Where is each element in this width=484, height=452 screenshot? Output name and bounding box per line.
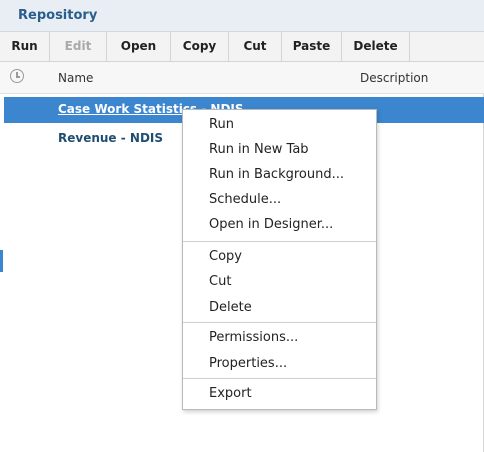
name-column-header[interactable]: Name — [58, 71, 93, 85]
menu-item-properties[interactable]: Properties... — [183, 351, 376, 376]
paste-button[interactable]: Paste — [282, 32, 342, 61]
context-menu: Run Run in New Tab Run in Background... … — [182, 109, 377, 410]
copy-button[interactable]: Copy — [171, 32, 229, 61]
menu-item-schedule[interactable]: Schedule... — [183, 187, 376, 212]
menu-item-run-in-background[interactable]: Run in Background... — [183, 162, 376, 187]
splitter-marker — [0, 250, 3, 272]
menu-item-run[interactable]: Run — [183, 112, 376, 137]
menu-item-delete[interactable]: Delete — [183, 295, 376, 320]
run-button[interactable]: Run — [0, 32, 50, 61]
toolbar: Run Edit Open Copy Cut Paste Delete — [0, 32, 484, 62]
report-name-link[interactable]: Revenue - NDIS — [58, 131, 163, 145]
description-column-header[interactable]: Description — [360, 71, 428, 85]
open-button[interactable]: Open — [107, 32, 171, 61]
delete-button[interactable]: Delete — [342, 32, 410, 61]
menu-separator — [183, 378, 376, 379]
menu-separator — [183, 241, 376, 242]
menu-item-cut[interactable]: Cut — [183, 269, 376, 294]
menu-item-copy[interactable]: Copy — [183, 244, 376, 269]
table-header: Name Description — [0, 62, 484, 94]
menu-item-export[interactable]: Export — [183, 381, 376, 406]
menu-item-permissions[interactable]: Permissions... — [183, 325, 376, 350]
menu-separator — [183, 322, 376, 323]
clock-icon[interactable] — [10, 69, 24, 83]
menu-item-run-in-new-tab[interactable]: Run in New Tab — [183, 137, 376, 162]
edit-button[interactable]: Edit — [50, 32, 107, 61]
panel-title: Repository — [18, 8, 98, 23]
menu-item-open-in-designer[interactable]: Open in Designer... — [183, 212, 376, 237]
panel-title-bar: Repository — [0, 0, 484, 32]
cut-button[interactable]: Cut — [229, 32, 282, 61]
